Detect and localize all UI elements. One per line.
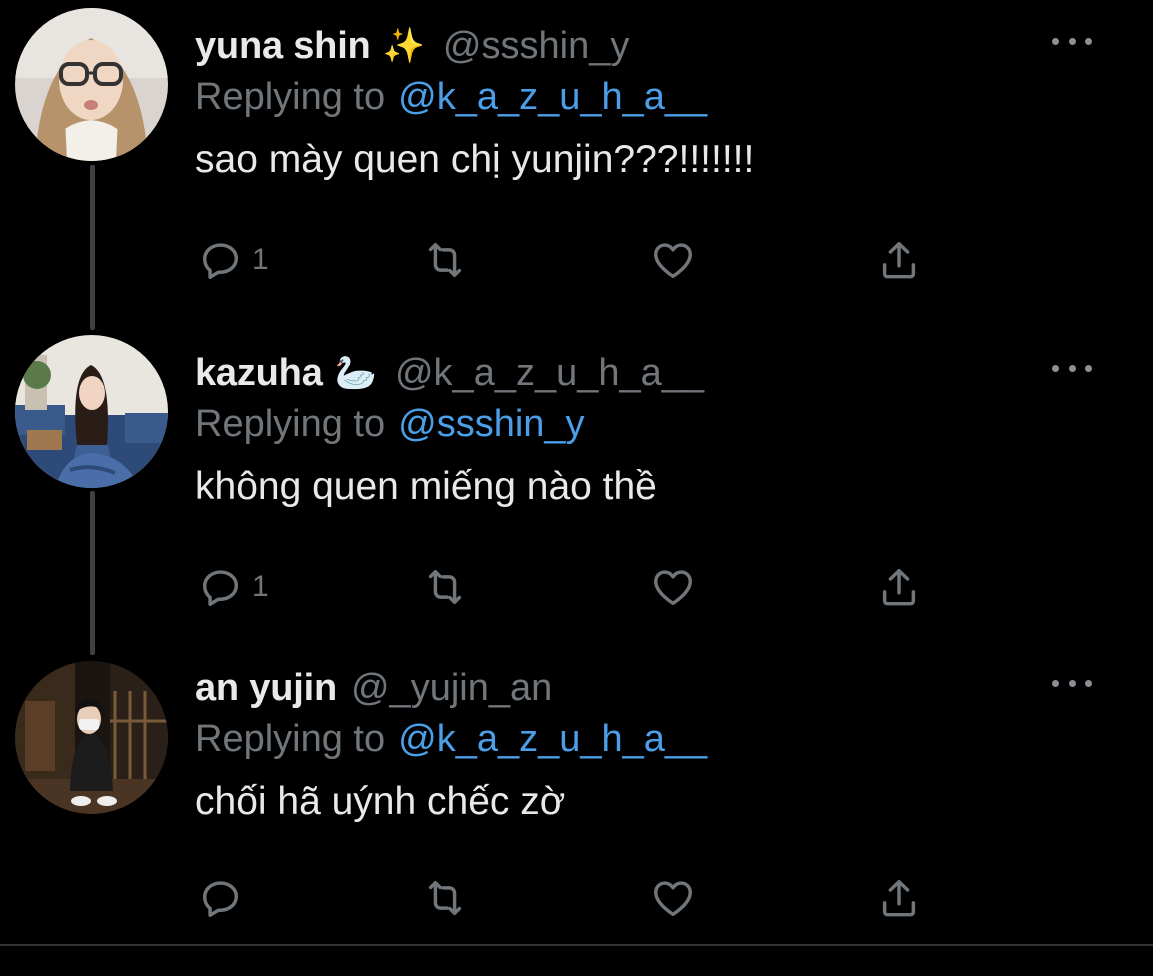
tweet-header: an yujin @_yujin_an [195, 665, 1113, 711]
user-handle[interactable]: @k_a_z_u_h_a__ [395, 352, 704, 395]
divider [0, 944, 1153, 946]
mention-link[interactable]: @ssshin_y [398, 403, 584, 446]
reply-icon [202, 881, 239, 917]
mention-link[interactable]: @k_a_z_u_h_a__ [398, 718, 707, 761]
share-icon [882, 568, 916, 606]
share-icon [882, 879, 916, 917]
replying-to: Replying to @k_a_z_u_h_a__ [195, 69, 1113, 125]
tweet-header: kazuha 🦢 @k_a_z_u_h_a__ [195, 350, 1113, 396]
heart-icon [654, 881, 692, 917]
replying-to: Replying to @k_a_z_u_h_a__ [195, 711, 1113, 767]
reply-icon [202, 243, 239, 279]
retweet-button[interactable] [422, 868, 468, 928]
more-options-icon[interactable] [1052, 358, 1092, 378]
reply-button[interactable]: 1 [198, 557, 269, 617]
retweet-icon [428, 880, 462, 916]
more-options-icon[interactable] [1052, 673, 1092, 693]
replying-label: Replying to [195, 75, 386, 118]
retweet-icon [428, 242, 462, 278]
reply-count: 1 [252, 243, 269, 276]
tweet-header: yuna shin ✨ @ssshin_y [195, 23, 1113, 69]
avatar-photo [15, 335, 168, 488]
display-name[interactable]: yuna shin [195, 25, 371, 68]
avatar[interactable] [15, 661, 168, 814]
avatar-photo [15, 661, 168, 814]
tweet-actions: 1 [195, 557, 955, 617]
tweet-text: chối hã uýnh chếc zờ [195, 780, 566, 823]
like-button[interactable] [650, 230, 696, 290]
retweet-button[interactable] [422, 230, 468, 290]
display-name[interactable]: kazuha [195, 352, 323, 395]
replying-to: Replying to @ssshin_y [195, 396, 1113, 452]
retweet-icon [428, 569, 462, 605]
tweet[interactable]: yuna shin ✨ @ssshin_y Replying to @k_a_z… [0, 0, 1153, 325]
swan-emoji: 🦢 [334, 354, 377, 392]
tweet[interactable]: an yujin @_yujin_an Replying to @k_a_z_u… [0, 655, 1153, 945]
reply-icon [202, 570, 239, 606]
reply-button[interactable] [198, 868, 252, 928]
replying-label: Replying to [195, 402, 386, 445]
heart-icon [654, 570, 692, 606]
share-button[interactable] [876, 868, 922, 928]
replying-label: Replying to [195, 717, 386, 760]
like-button[interactable] [650, 868, 696, 928]
tweet[interactable]: kazuha 🦢 @k_a_z_u_h_a__ Replying to @sss… [0, 327, 1153, 652]
reply-button[interactable]: 1 [198, 230, 269, 290]
tweet-actions [195, 868, 955, 928]
more-options-icon[interactable] [1052, 31, 1092, 51]
share-button[interactable] [876, 557, 922, 617]
user-handle[interactable]: @_yujin_an [351, 667, 552, 710]
sparkles-emoji: ✨ [382, 27, 425, 65]
tweet-text: không quen miếng nào thề [195, 465, 657, 508]
display-name[interactable]: an yujin [195, 667, 337, 710]
share-icon [882, 241, 916, 279]
heart-icon [654, 243, 692, 279]
like-button[interactable] [650, 557, 696, 617]
tweet-text: sao mày quen chị yunjin???!!!!!!! [195, 138, 755, 181]
share-button[interactable] [876, 230, 922, 290]
avatar[interactable] [15, 8, 168, 161]
user-handle[interactable]: @ssshin_y [443, 25, 629, 68]
avatar[interactable] [15, 335, 168, 488]
mention-link[interactable]: @k_a_z_u_h_a__ [398, 76, 707, 119]
retweet-button[interactable] [422, 557, 468, 617]
tweet-actions: 1 [195, 230, 955, 290]
reply-count: 1 [252, 570, 269, 603]
avatar-photo [15, 8, 168, 161]
